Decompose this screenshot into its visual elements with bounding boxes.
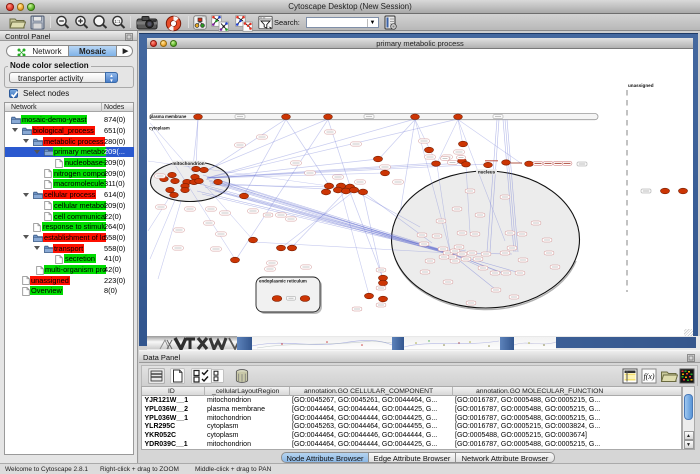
svg-text:cytoplasm: cytoplasm (149, 125, 170, 130)
svg-text:plasma membrane: plasma membrane (150, 114, 187, 119)
svg-text:1:1: 1:1 (114, 19, 121, 24)
svg-text:unassigned: unassigned (628, 83, 654, 88)
svg-text:mitochondrion: mitochondrion (172, 161, 204, 166)
svg-text:nucleus: nucleus (478, 170, 496, 175)
svg-text:f(x): f(x) (643, 372, 654, 381)
svg-text:endoplasmic reticulum: endoplasmic reticulum (259, 279, 307, 284)
